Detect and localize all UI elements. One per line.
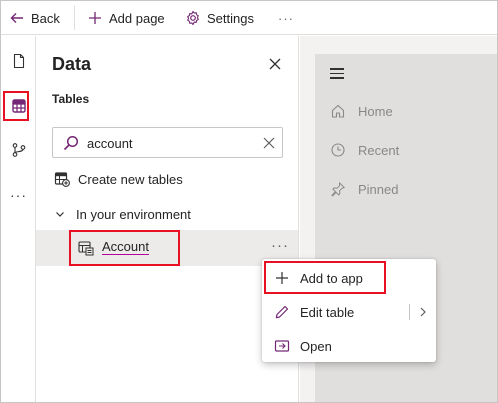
settings-label: Settings [207, 10, 254, 26]
nav-recent-label: Recent [358, 142, 400, 158]
open-icon [274, 340, 290, 352]
clock-icon [331, 143, 345, 157]
add-table-icon [54, 172, 70, 187]
nav-pinned-label: Pinned [358, 181, 399, 197]
environment-group-header[interactable]: In your environment [54, 204, 191, 224]
toolbar-more-button[interactable]: ··· [278, 1, 294, 35]
table-icon [78, 241, 94, 256]
settings-button[interactable]: Settings [185, 1, 254, 35]
back-arrow-icon [10, 13, 23, 23]
account-more-button[interactable]: ··· [269, 237, 291, 259]
back-button[interactable]: Back [9, 1, 60, 35]
table-row-account[interactable]: Account ··· [36, 230, 298, 266]
add-to-app-highlight [264, 261, 386, 294]
environment-group-label: In your environment [76, 206, 191, 222]
tables-heading: Tables [52, 92, 90, 106]
open-label: Open [300, 338, 332, 354]
rail-item-more[interactable]: ··· [1, 178, 36, 212]
search-input[interactable] [87, 133, 247, 153]
gear-icon [187, 10, 199, 26]
pane-title: Data [52, 54, 92, 74]
pencil-icon [275, 305, 289, 319]
rail-item-pages[interactable] [1, 44, 36, 78]
rail-more-label: ··· [10, 187, 27, 203]
rail-data-highlight [3, 91, 29, 121]
create-new-tables-label: Create new tables [78, 171, 183, 187]
submenu-divider [409, 304, 410, 320]
table-context-menu: Add to app Edit table Open [262, 259, 436, 362]
add-page-label: Add page [109, 10, 165, 26]
table-search-box[interactable] [52, 127, 283, 158]
nav-home-label: Home [358, 103, 393, 119]
home-icon [331, 104, 345, 118]
branch-icon [12, 143, 25, 157]
chevron-down-icon [56, 212, 64, 217]
toolbar-divider [74, 6, 75, 30]
nav-item-home[interactable]: Home [330, 101, 393, 121]
hamburger-menu-icon[interactable] [330, 68, 346, 82]
top-toolbar: Back Add page Settings ··· [1, 1, 497, 35]
plus-icon [89, 12, 101, 24]
account-table-label: Account [102, 239, 149, 254]
menu-item-open[interactable]: Open [262, 329, 436, 363]
back-label: Back [31, 10, 60, 26]
nav-item-pinned[interactable]: Pinned [330, 179, 398, 199]
create-new-tables-button[interactable]: Create new tables [54, 169, 183, 189]
toolbar-more-label: ··· [278, 10, 294, 26]
chevron-right-icon[interactable] [417, 304, 429, 320]
search-icon [63, 135, 79, 151]
edit-table-label: Edit table [300, 304, 355, 320]
nav-item-recent[interactable]: Recent [330, 140, 399, 160]
add-page-button[interactable]: Add page [87, 1, 165, 35]
left-rail: ··· [1, 36, 36, 402]
page-icon [13, 53, 24, 69]
clear-icon[interactable] [261, 135, 277, 151]
pin-icon [331, 182, 345, 197]
data-pane: Data Tables Create new tables In your en… [36, 36, 299, 402]
rail-item-flows[interactable] [1, 133, 36, 167]
close-icon[interactable] [266, 55, 284, 73]
